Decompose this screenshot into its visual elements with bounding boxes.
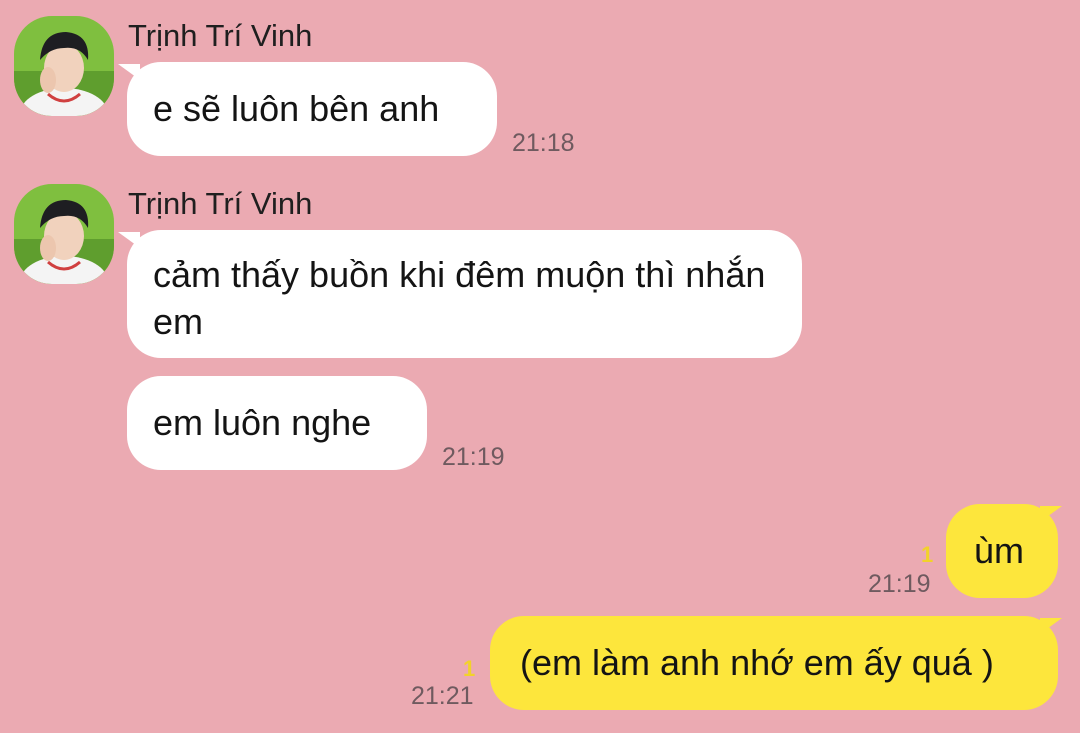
profile-photo-icon (14, 184, 114, 284)
sender-name: Trịnh Trí Vinh (128, 18, 313, 53)
message-time: 21:19 (442, 443, 505, 471)
message-text: cảm thấy buồn khi đêm muộn thì nhắn em (153, 254, 766, 342)
bubble-tail (1040, 506, 1062, 522)
message-time: 21:18 (512, 129, 575, 157)
message-text: em luôn nghe (153, 402, 372, 443)
sender-avatar[interactable] (14, 16, 114, 116)
sender-name: Trịnh Trí Vinh (128, 186, 313, 221)
message-time: 21:21 (411, 682, 474, 710)
bubble-tail (1040, 618, 1062, 634)
profile-photo-icon (14, 16, 114, 116)
message-text: ùm (974, 530, 1025, 571)
message-text: (em làm anh nhớ em ấy quá ) (520, 642, 994, 683)
message-text: e sẽ luôn bên anh (153, 88, 440, 129)
unread-count: 1 (463, 656, 476, 681)
message-bubble[interactable]: (em làm anh nhớ em ấy quá ) (490, 616, 1058, 710)
message-bubble[interactable]: e sẽ luôn bên anh (127, 62, 497, 156)
message-bubble[interactable]: cảm thấy buồn khi đêm muộn thì nhắn em (127, 230, 802, 358)
sender-avatar[interactable] (14, 184, 114, 284)
unread-count: 1 (921, 542, 934, 567)
message-time: 21:19 (868, 570, 931, 598)
message-bubble[interactable]: em luôn nghe (127, 376, 427, 470)
